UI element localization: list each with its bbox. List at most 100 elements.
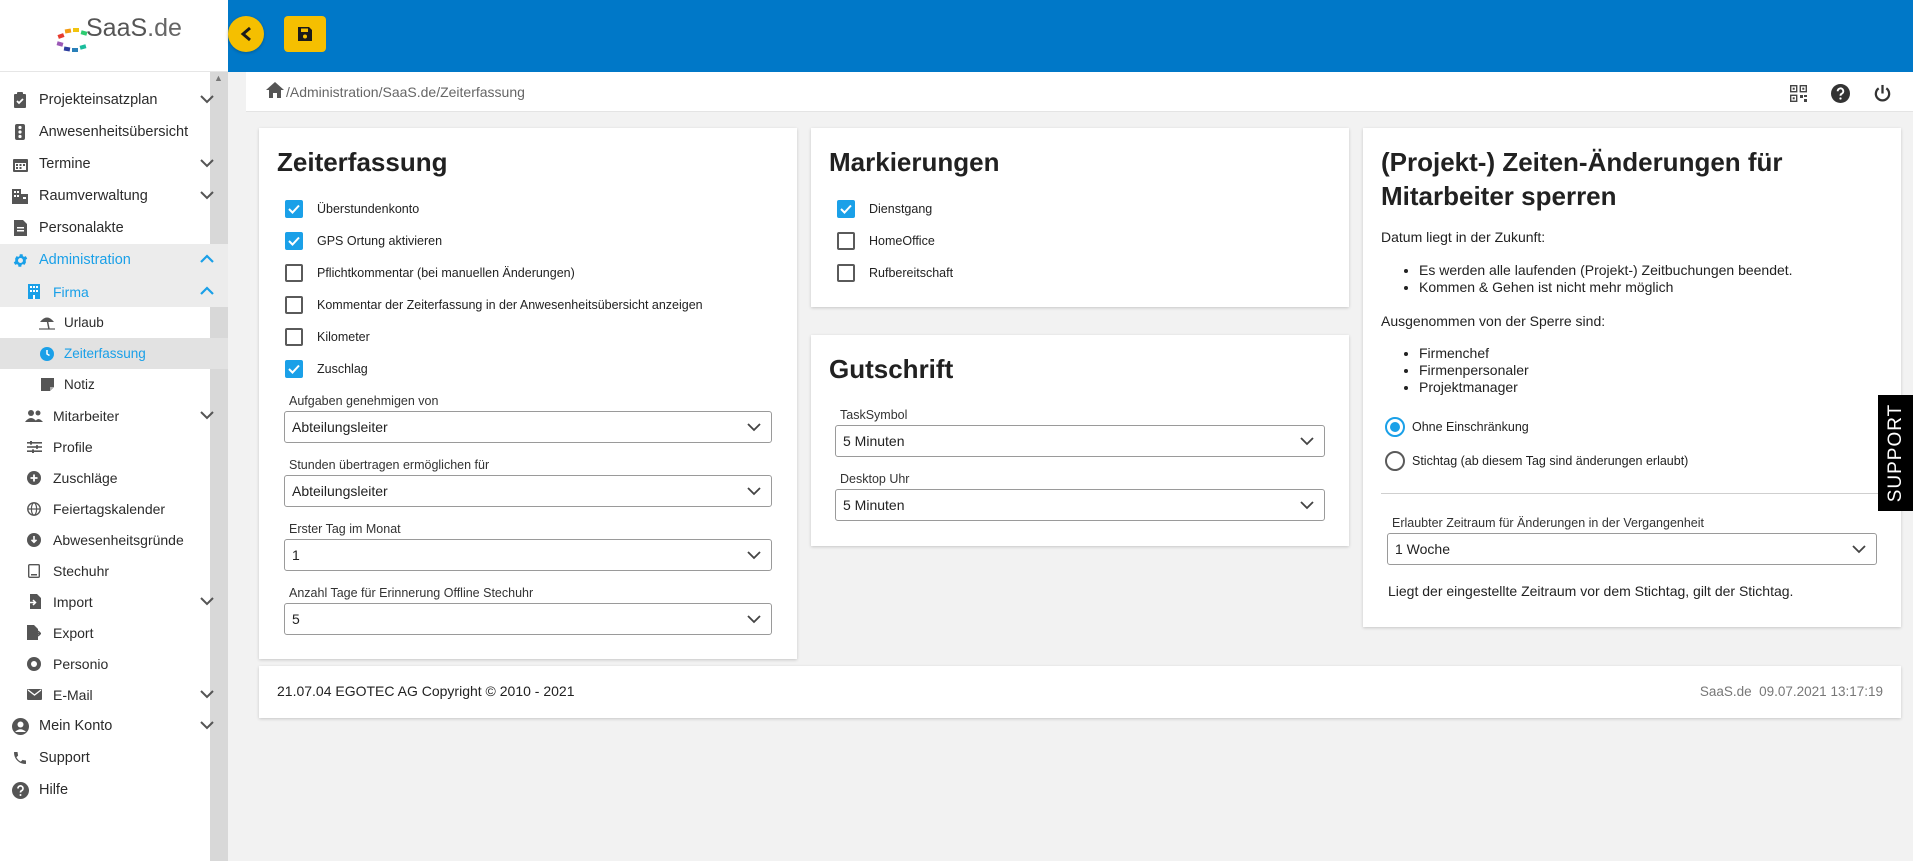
select-value: 5 — [292, 611, 300, 627]
radio-circle[interactable] — [1385, 417, 1405, 437]
sidebar-item-personalakte[interactable]: Personalakte — [0, 212, 228, 244]
sidebar-item-abwesenheitsgruende[interactable]: Abwesenheitsgründe — [0, 524, 228, 555]
sidebar-item-urlaub[interactable]: Urlaub — [0, 307, 228, 338]
check-icon — [288, 364, 300, 374]
home-icon[interactable] — [266, 82, 284, 98]
sidebar-toggle-button[interactable] — [228, 16, 264, 52]
future-label: Datum liegt in der Zukunft: — [1381, 229, 1546, 245]
exempt-list: Firmenchef Firmenpersonaler Projektmanag… — [1399, 345, 1529, 396]
sidebar-item-hilfe[interactable]: Hilfe — [0, 774, 228, 806]
sidebar-item-export[interactable]: Export — [0, 617, 228, 648]
clock-icon — [38, 345, 56, 363]
checkbox-pflichtkommentar[interactable]: Pflichtkommentar (bei manuellen Änderung… — [285, 264, 575, 282]
checkbox-box[interactable] — [285, 264, 303, 282]
logo[interactable]: SaaS.de — [0, 0, 228, 72]
copyright-text: 21.07.04 EGOTEC AG Copyright © 2010 - 20… — [277, 683, 575, 699]
sidebar-item-label: Notiz — [64, 377, 95, 392]
chevron-down-icon — [747, 615, 761, 624]
sidebar-item-import[interactable]: Import — [0, 586, 228, 617]
file-export-icon — [25, 624, 43, 642]
checkbox-box[interactable] — [837, 200, 855, 218]
sidebar-item-mein-konto[interactable]: Mein Konto — [0, 710, 228, 742]
chevron-down-icon — [200, 95, 214, 104]
check-icon — [288, 204, 300, 214]
tablet-icon — [25, 562, 43, 580]
select-erlaubter-zeitraum[interactable]: 1 Woche — [1387, 533, 1877, 565]
field-stunden-uebertragen: Stunden übertragen ermöglichen für Abtei… — [284, 458, 772, 507]
sidebar-item-firma[interactable]: Firma — [0, 276, 228, 307]
select-stunden-uebertragen[interactable]: Abteilungsleiter — [284, 475, 772, 507]
select-erster-tag[interactable]: 1 — [284, 539, 772, 571]
checkbox-box[interactable] — [285, 296, 303, 314]
select-value: 1 — [292, 547, 300, 563]
checkbox-box[interactable] — [837, 232, 855, 250]
radio-circle[interactable] — [1385, 451, 1405, 471]
sidebar-item-projekteinsatzplan[interactable]: Projekteinsatzplan — [0, 84, 228, 116]
traffic-light-icon — [11, 123, 29, 141]
sidebar-item-feiertagskalender[interactable]: Feiertagskalender — [0, 493, 228, 524]
checkbox-box[interactable] — [285, 200, 303, 218]
checkbox-label: Kommentar der Zeiterfassung in der Anwes… — [317, 298, 703, 312]
checkbox-homeoffice[interactable]: HomeOffice — [837, 232, 935, 250]
note-icon — [38, 376, 56, 394]
select-tasksymbol[interactable]: 5 Minuten — [835, 425, 1325, 457]
checkbox-ueberstundenkonto[interactable]: Überstundenkonto — [285, 200, 419, 218]
chevron-down-icon — [747, 423, 761, 432]
support-tab[interactable]: SUPPORT — [1878, 395, 1913, 511]
chevron-down-icon — [1300, 501, 1314, 510]
checkbox-kilometer[interactable]: Kilometer — [285, 328, 370, 346]
select-erinnerung-offline[interactable]: 5 — [284, 603, 772, 635]
sidebar-item-zuschlaege[interactable]: Zuschläge — [0, 462, 228, 493]
stichtag-note: Liegt der eingestellte Zeitraum vor dem … — [1388, 583, 1794, 599]
sidebar-item-email[interactable]: E-Mail — [0, 679, 228, 710]
radio-label: Stichtag (ab diesem Tag sind änderungen … — [1412, 454, 1689, 468]
field-erster-tag: Erster Tag im Monat 1 — [284, 522, 772, 571]
power-icon[interactable] — [1871, 82, 1893, 104]
sidebar-item-notiz[interactable]: Notiz — [0, 369, 228, 400]
card-title: Gutschrift — [829, 354, 954, 384]
list-item: Kommen & Gehen ist nicht mehr möglich — [1419, 279, 1793, 296]
sidebar-item-anwesenheitsuebersicht[interactable]: Anwesenheitsübersicht — [0, 116, 228, 148]
sidebar-item-mitarbeiter[interactable]: Mitarbeiter — [0, 400, 228, 431]
checkbox-label: HomeOffice — [869, 234, 935, 248]
sidebar-item-personio[interactable]: Personio — [0, 648, 228, 679]
radio-stichtag[interactable]: Stichtag (ab diesem Tag sind änderungen … — [1385, 451, 1688, 471]
help-icon[interactable] — [1829, 82, 1851, 104]
calendar-icon — [11, 155, 29, 173]
breadcrumb[interactable]: /Administration/SaaS.de/Zeiterfassung — [286, 84, 525, 100]
chevron-up-icon — [200, 285, 214, 295]
checkbox-zuschlag[interactable]: Zuschlag — [285, 360, 368, 378]
zeiterfassung-card: Zeiterfassung Überstundenkonto GPS Ortun… — [259, 128, 797, 659]
field-label: Aufgaben genehmigen von — [289, 394, 439, 408]
checkbox-dienstgang[interactable]: Dienstgang — [837, 200, 932, 218]
sidebar-item-administration[interactable]: Administration — [0, 244, 228, 276]
checkbox-box[interactable] — [285, 328, 303, 346]
sidebar-item-label: Administration — [39, 252, 131, 268]
sidebar-item-label: Feiertagskalender — [53, 500, 166, 517]
server-timestamp: SaaS.de 09.07.2021 13:17:19 — [1699, 684, 1883, 699]
checkbox-box[interactable] — [285, 232, 303, 250]
select-aufgaben-genehmigen[interactable]: Abteilungsleiter — [284, 411, 772, 443]
checkbox-kommentar-anwesenheit[interactable]: Kommentar der Zeiterfassung in der Anwes… — [285, 296, 703, 314]
divider — [1381, 493, 1901, 494]
breadcrumb-bar: /Administration/SaaS.de/Zeiterfassung — [246, 72, 1913, 112]
sidebar-item-zeiterfassung[interactable]: Zeiterfassung — [0, 338, 228, 369]
sidebar-item-stechuhr[interactable]: Stechuhr — [0, 555, 228, 586]
qr-code-icon[interactable] — [1787, 82, 1809, 104]
select-desktop-uhr[interactable]: 5 Minuten — [835, 489, 1325, 521]
radio-ohne-einschraenkung[interactable]: Ohne Einschränkung — [1385, 417, 1529, 437]
sidebar-item-support[interactable]: Support — [0, 742, 228, 774]
phone-icon — [11, 749, 29, 767]
list-item: Es werden alle laufenden (Projekt-) Zeit… — [1419, 262, 1793, 279]
save-button[interactable] — [284, 16, 326, 52]
select-value: 1 Woche — [1395, 541, 1450, 557]
sidebar-item-profile[interactable]: Profile — [0, 431, 228, 462]
checkbox-box[interactable] — [285, 360, 303, 378]
sidebar-item-termine[interactable]: Termine — [0, 148, 228, 180]
checkbox-rufbereitschaft[interactable]: Rufbereitschaft — [837, 264, 953, 282]
sidebar-item-raumverwaltung[interactable]: Raumverwaltung — [0, 180, 228, 212]
field-desktop-uhr: Desktop Uhr 5 Minuten — [835, 472, 1325, 521]
checkbox-gps-ortung[interactable]: GPS Ortung aktivieren — [285, 232, 442, 250]
checkbox-box[interactable] — [837, 264, 855, 282]
field-label: Erlaubter Zeitraum für Änderungen in der… — [1392, 516, 1704, 530]
